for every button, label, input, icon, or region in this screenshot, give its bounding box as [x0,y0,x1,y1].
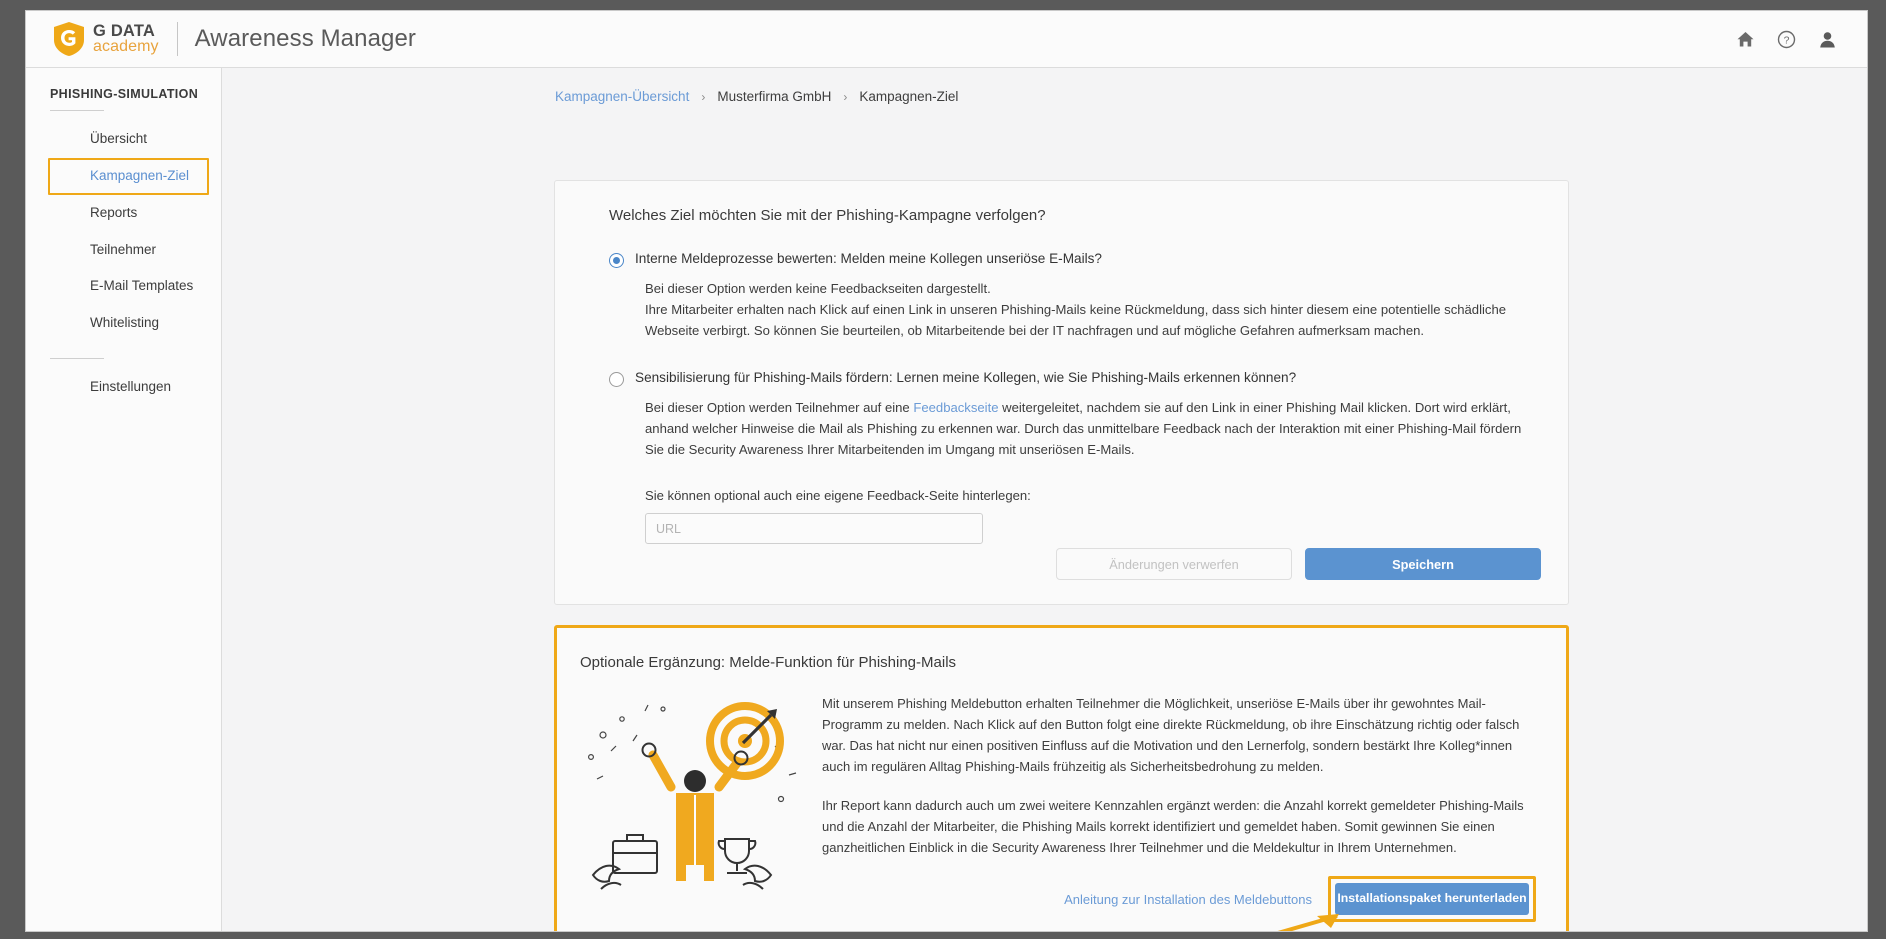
report-card-row: Mit unserem Phishing Meldebutton erhalte… [557,681,1566,923]
sidebar-item-teilnehmer[interactable]: Teilnehmer [48,232,209,269]
report-card-text: Mit unserem Phishing Meldebutton erhalte… [822,681,1566,923]
feedback-url-label: Sie können optional auch eine eigene Fee… [645,488,1031,504]
brand-logo[interactable]: G DATA academy [52,21,159,57]
app-title: Awareness Manager [194,25,417,52]
goal-option-1-line1: Bei dieser Option werden keine Feedbacks… [645,281,991,296]
report-card-actions: Anleitung zur Installation des Meldebutt… [822,876,1536,923]
campaign-goal-card: Welches Ziel möchten Sie mit der Phishin… [554,180,1569,605]
breadcrumb-current-page: Kampagnen-Ziel [859,89,959,104]
breadcrumb-separator-1: › [701,89,706,104]
goal-option-1-body: Bei dieser Option werden keine Feedbacks… [645,278,1538,342]
app-window: G DATA academy Awareness Manager ? PHISH… [25,10,1868,932]
report-paragraph-2: Ihr Report kann dadurch auch um zwei wei… [822,798,1524,856]
title-divider [176,22,178,56]
breadcrumb: Kampagnen-Übersicht › Musterfirma GmbH ›… [555,68,1867,104]
top-bar-actions: ? [1736,30,1837,49]
sidebar-rule-bottom [50,358,104,360]
goal-option-2-text-a: Bei dieser Option werden Teilnehmer auf … [645,399,914,415]
gdata-shield-icon [54,22,84,56]
sidebar-item-einstellungen[interactable]: Einstellungen [48,369,209,406]
sidebar-item-uebersicht[interactable]: Übersicht [48,121,209,158]
feedbackseite-link[interactable]: Feedbackseite [913,400,998,415]
report-card-title: Optionale Ergänzung: Melde-Funktion für … [580,654,957,671]
feedback-url-input[interactable] [645,513,983,545]
report-function-card: Optionale Ergänzung: Melde-Funktion für … [554,625,1569,931]
user-account-icon[interactable] [1818,30,1837,49]
svg-text:?: ? [1784,34,1790,46]
annotation-arrow-icon [1277,914,1339,931]
breadcrumb-separator-2: › [843,89,848,104]
breadcrumb-campaign-overview[interactable]: Kampagnen-Übersicht [555,89,689,104]
goal-option-1-label: Interne Meldeprozesse bewerten: Melden m… [635,251,1102,266]
goal-question: Welches Ziel möchten Sie mit der Phishin… [609,207,1046,224]
goal-option-1[interactable]: Interne Meldeprozesse bewerten: Melden m… [609,251,1538,268]
main-content: Kampagnen-Übersicht › Musterfirma GmbH ›… [222,68,1867,931]
home-icon[interactable] [1736,30,1755,49]
report-paragraph-1: Mit unserem Phishing Meldebutton erhalte… [822,696,1520,775]
help-icon[interactable]: ? [1777,30,1796,49]
goal-option-2-body: Bei dieser Option werden Teilnehmer auf … [645,397,1538,461]
top-bar: G DATA academy Awareness Manager ? [26,11,1867,68]
goal-option-2-paragraph: Bei dieser Option werden Teilnehmer auf … [645,397,1538,461]
sidebar: PHISHING-SIMULATION Übersicht Kampagnen-… [26,68,222,931]
sidebar-item-reports[interactable]: Reports [48,195,209,232]
logo-sub-text: academy [93,37,159,55]
breadcrumb-company[interactable]: Musterfirma GmbH [717,89,831,104]
sidebar-item-email-templates[interactable]: E-Mail Templates [48,268,209,305]
goal-option-2-label: Sensibilisierung für Phishing-Mails förd… [635,369,1297,385]
goal-card-actions: Änderungen verwerfen Speichern [1056,548,1541,580]
sidebar-rule-top [50,110,104,111]
app-body: PHISHING-SIMULATION Übersicht Kampagnen-… [26,68,1867,931]
save-button[interactable]: Speichern [1305,548,1541,580]
discard-changes-button[interactable]: Änderungen verwerfen [1056,548,1292,580]
goal-option-2[interactable]: Sensibilisierung für Phishing-Mails förd… [609,370,1538,387]
goal-option-1-line2: Ihre Mitarbeiter erhalten nach Klick auf… [645,302,1507,339]
radio-option-internal-reporting[interactable] [609,253,624,268]
sidebar-section-title: PHISHING-SIMULATION [50,87,199,101]
radio-option-awareness-training[interactable] [609,371,624,387]
sidebar-item-whitelisting[interactable]: Whitelisting [48,305,209,342]
celebration-target-illustration [588,702,797,890]
sidebar-item-kampagnen-ziel[interactable]: Kampagnen-Ziel [48,157,209,195]
report-illustration [557,681,822,922]
